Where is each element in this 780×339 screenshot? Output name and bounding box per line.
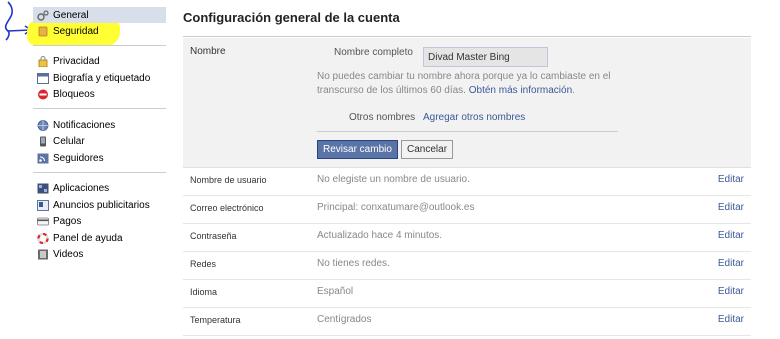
edit-language-link[interactable]: Editar <box>718 286 744 297</box>
sidebar-item-label: Anuncios publicitarios <box>53 199 150 211</box>
sidebar-item-videos[interactable]: Videos <box>33 247 166 264</box>
setting-row-temperature: Temperatura Centígrados Editar <box>183 308 751 336</box>
edit-email-link[interactable]: Editar <box>718 202 744 213</box>
sidebar-item-label: Panel de ayuda <box>53 232 123 244</box>
setting-label: Redes <box>190 259 217 269</box>
edit-temperature-link[interactable]: Editar <box>718 314 744 325</box>
sidebar-item-security[interactable]: Seguridad <box>33 23 166 40</box>
sidebar-item-apps[interactable]: Aplicaciones <box>33 181 166 198</box>
sidebar-item-label: Aplicaciones <box>53 183 110 195</box>
sidebar-item-label: Seguidores <box>53 152 104 164</box>
block-icon <box>37 89 49 100</box>
sidebar-group-account: General Seguridad <box>33 7 166 46</box>
cancel-button[interactable]: Cancelar <box>401 140 454 159</box>
sidebar-item-label: Bloqueos <box>53 89 95 101</box>
setting-label: Correo electrónico <box>190 203 264 213</box>
edit-password-link[interactable]: Editar <box>718 230 744 241</box>
sidebar-group-privacy: Privacidad Biografía y etiquetado Bloque… <box>33 54 166 109</box>
sidebar-item-payments[interactable]: Pagos <box>33 214 166 231</box>
add-other-names-link[interactable]: Agregar otros nombres <box>423 112 525 123</box>
setting-label: Contraseña <box>190 231 237 241</box>
ads-icon <box>37 199 49 211</box>
other-names-label: Otros nombres <box>349 112 416 123</box>
sidebar-item-blocking[interactable]: Bloqueos <box>33 87 166 104</box>
sidebar-item-ads[interactable]: Anuncios publicitarios <box>33 197 166 214</box>
full-name-field[interactable] <box>423 47 548 67</box>
sidebar-group-apps: Aplicaciones Anuncios publicitarios Pago… <box>33 181 166 269</box>
setting-value: Principal: conxatumare@outlook.es <box>317 202 475 213</box>
setting-label: Idioma <box>190 287 218 297</box>
sidebar-item-label: Biografía y etiquetado <box>53 72 151 84</box>
film-icon <box>37 249 49 260</box>
sidebar-item-label: General <box>53 9 89 21</box>
sidebar-item-followers[interactable]: Seguidores <box>33 150 166 167</box>
sidebar-item-timeline[interactable]: Biografía y etiquetado <box>33 70 166 87</box>
apps-icon <box>37 183 49 194</box>
setting-value: Centígrados <box>317 314 372 325</box>
sidebar-item-mobile[interactable]: Celular <box>33 134 166 151</box>
sidebar-item-label: Videos <box>53 249 84 261</box>
setting-label: Temperatura <box>190 315 241 325</box>
name-section-heading: Nombre <box>190 46 226 57</box>
divider <box>183 36 751 37</box>
setting-value: Actualizado hace 4 minutos. <box>317 230 443 241</box>
sidebar-group-notifications: Notificaciones Celular Seguidores <box>33 117 166 173</box>
sidebar-item-label: Celular <box>53 136 85 148</box>
setting-row-username: Nombre de usuario No elegiste un nombre … <box>183 168 751 196</box>
setting-row-password: Contraseña Actualizado hace 4 minutos. E… <box>183 224 751 252</box>
divider <box>317 131 618 132</box>
full-name-label: Nombre completo <box>334 47 413 58</box>
sidebar-item-support-dashboard[interactable]: Panel de ayuda <box>33 230 166 247</box>
rss-icon <box>37 153 49 164</box>
setting-row-email: Correo electrónico Principal: conxatumar… <box>183 196 751 224</box>
page-title: Configuración general de la cuenta <box>183 10 400 25</box>
setting-value: No elegiste un nombre de usuario. <box>317 174 470 185</box>
name-change-notice: No puedes cambiar tu nombre ahora porque… <box>317 70 617 98</box>
sidebar-item-label: Seguridad <box>53 25 99 37</box>
timeline-icon <box>37 72 49 84</box>
name-edit-panel: Nombre Nombre completo No puedes cambiar… <box>183 38 751 168</box>
setting-value: No tienes redes. <box>317 258 390 269</box>
sidebar-item-notifications[interactable]: Notificaciones <box>33 117 166 134</box>
sidebar-item-general[interactable]: General <box>33 7 166 23</box>
notice-period: . <box>572 85 575 96</box>
learn-more-link[interactable]: Obtén más información <box>469 85 572 96</box>
gear-icon <box>37 9 49 21</box>
sidebar-item-privacy[interactable]: Privacidad <box>33 54 166 71</box>
sidebar-item-label: Notificaciones <box>53 119 116 131</box>
lifebuoy-icon <box>37 232 49 244</box>
phone-icon <box>37 136 49 147</box>
setting-row-language: Idioma Español Editar <box>183 280 751 308</box>
shield-icon <box>37 26 49 37</box>
globe-icon <box>37 119 49 131</box>
sidebar-item-label: Pagos <box>53 216 82 228</box>
card-icon <box>37 216 49 227</box>
edit-username-link[interactable]: Editar <box>718 174 744 185</box>
setting-row-networks: Redes No tienes redes. Editar <box>183 252 751 280</box>
edit-networks-link[interactable]: Editar <box>718 258 744 269</box>
sidebar-item-label: Privacidad <box>53 56 100 68</box>
lock-icon <box>37 56 49 68</box>
setting-label: Nombre de usuario <box>190 175 267 185</box>
setting-value: Español <box>317 286 354 297</box>
review-change-button[interactable]: Revisar cambio <box>317 140 398 159</box>
settings-sidebar: General Seguridad Privacidad Biografía y… <box>33 7 166 276</box>
